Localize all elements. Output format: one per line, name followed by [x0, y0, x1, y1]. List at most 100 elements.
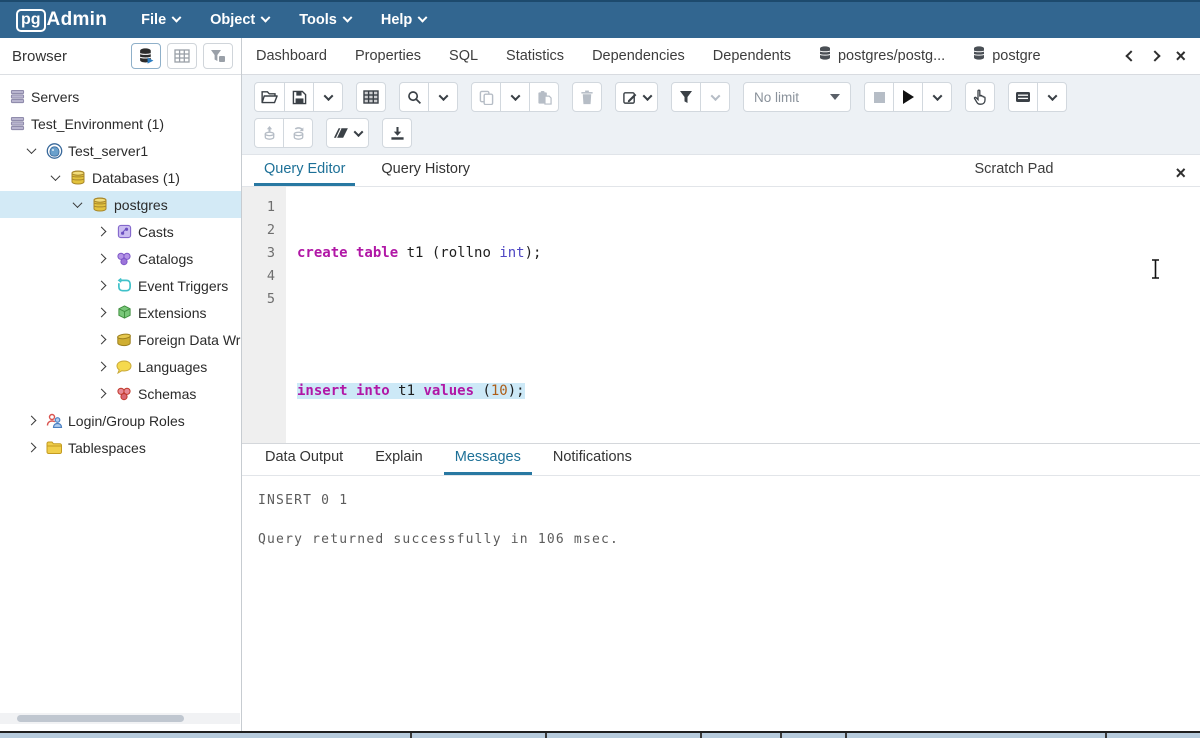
chevron-down-icon[interactable] [27, 144, 37, 154]
delete-button[interactable] [572, 82, 602, 112]
cancel-query-button[interactable] [864, 82, 894, 112]
close-tab-icon[interactable]: × [1175, 47, 1186, 65]
paste-button[interactable] [529, 82, 559, 112]
chevron-right-icon[interactable] [97, 281, 107, 291]
chevron-right-icon[interactable] [97, 362, 107, 372]
sql-editor[interactable]: 1 2 3 4 5 create table t1 (rollno int); … [242, 187, 1200, 443]
macros-dropdown-button[interactable] [1037, 82, 1067, 112]
scroll-tabs-right-icon[interactable] [1150, 50, 1161, 61]
stop-icon [874, 92, 885, 103]
line-number: 2 [242, 219, 275, 242]
main-tab-bar: Dashboard Properties SQL Statistics Depe… [242, 38, 1200, 75]
rollback-button[interactable] [283, 118, 313, 148]
filter-button[interactable] [203, 43, 233, 69]
browser-title: Browser [12, 48, 125, 65]
menu-file[interactable]: File [141, 12, 180, 28]
logo-pg-badge: pg [16, 9, 46, 32]
toolbar-row-2 [254, 118, 1190, 148]
menu-tools[interactable]: Tools [299, 12, 351, 28]
tab-query-history[interactable]: Query History [371, 155, 480, 186]
chevron-down-icon[interactable] [73, 198, 83, 208]
menu-help[interactable]: Help [381, 12, 426, 28]
execute-button[interactable] [893, 82, 923, 112]
tab-query-editor[interactable]: Query Editor [254, 155, 355, 186]
pgadmin-logo: pgAdmin [16, 9, 107, 32]
chevron-down-icon [510, 91, 520, 101]
code-line-2 [297, 311, 1200, 334]
chevron-right-icon[interactable] [97, 335, 107, 345]
find-dropdown-button[interactable] [428, 82, 458, 112]
tree-item-event-triggers[interactable]: Event Triggers [0, 272, 241, 299]
filter-toggle-button[interactable] [671, 82, 701, 112]
copy-button[interactable] [471, 82, 501, 112]
tree-item-languages[interactable]: Languages [0, 353, 241, 380]
scrollbar-thumb[interactable] [17, 715, 184, 722]
tree-item-login-group-roles[interactable]: Login/Group Roles [0, 407, 241, 434]
row-limit-select[interactable]: No limit [743, 82, 851, 112]
database-icon [819, 38, 831, 74]
grid-icon [363, 90, 379, 104]
tab-query-tool-2[interactable]: postgre [959, 38, 1054, 74]
tree-item-servers[interactable]: Servers [0, 83, 241, 110]
commit-icon [262, 125, 277, 141]
chevron-right-icon[interactable] [97, 389, 107, 399]
chevron-down-icon [1047, 91, 1057, 101]
tab-query-tool-1[interactable]: postgres/postg... [805, 38, 959, 74]
scroll-tabs-left-icon[interactable] [1126, 50, 1137, 61]
close-scratch-pad-icon[interactable]: × [1175, 164, 1186, 186]
tree-item-foreign-data-wrappers[interactable]: Foreign Data Wra [0, 326, 241, 353]
chevron-down-icon [932, 91, 942, 101]
clear-dropdown-button[interactable] [326, 118, 369, 148]
filter-icon [679, 90, 693, 104]
server-icon [8, 116, 26, 131]
chevron-right-icon[interactable] [97, 254, 107, 264]
extensions-icon [115, 305, 133, 320]
filter-dropdown-button[interactable] [700, 82, 730, 112]
tab-dependencies[interactable]: Dependencies [578, 38, 699, 74]
top-navbar: pgAdmin File Object Tools Help [0, 0, 1200, 38]
tree-item-extensions[interactable]: Extensions [0, 299, 241, 326]
casts-icon [115, 224, 133, 239]
commit-button[interactable] [254, 118, 284, 148]
dependencies-grid-button[interactable] [167, 43, 197, 69]
tree-item-schemas[interactable]: Schemas [0, 380, 241, 407]
copy-dropdown-button[interactable] [500, 82, 530, 112]
chevron-down-icon [323, 91, 333, 101]
menu-object[interactable]: Object [210, 12, 269, 28]
chevron-down-icon[interactable] [51, 171, 61, 181]
tab-properties[interactable]: Properties [341, 38, 435, 74]
tab-dashboard[interactable]: Dashboard [242, 38, 341, 74]
code-line-1: create table t1 (rollno int); [297, 242, 1200, 265]
macros-button[interactable] [1008, 82, 1038, 112]
chevron-right-icon[interactable] [27, 443, 37, 453]
save-dropdown-button[interactable] [313, 82, 343, 112]
edit-grid-button[interactable] [356, 82, 386, 112]
tree-item-test-environment[interactable]: Test_Environment (1) [0, 110, 241, 137]
event-triggers-icon [115, 278, 133, 293]
tree-item-test-server1[interactable]: Test_server1 [0, 137, 241, 164]
chevron-right-icon[interactable] [97, 227, 107, 237]
download-button[interactable] [382, 118, 412, 148]
find-button[interactable] [399, 82, 429, 112]
tab-dependents[interactable]: Dependents [699, 38, 805, 74]
save-button[interactable] [284, 82, 314, 112]
tree-item-casts[interactable]: Casts [0, 218, 241, 245]
tree-item-databases[interactable]: Databases (1) [0, 164, 241, 191]
execute-options-button[interactable] [965, 82, 995, 112]
object-explorer-button[interactable] [131, 43, 161, 69]
edit-dropdown-button[interactable] [615, 82, 658, 112]
chevron-right-icon[interactable] [27, 416, 37, 426]
open-file-button[interactable] [254, 82, 285, 112]
line-number: 1 [242, 196, 275, 219]
tree-item-postgres[interactable]: postgres [0, 191, 241, 218]
tree-item-tablespaces[interactable]: Tablespaces [0, 434, 241, 461]
sidebar-horizontal-scrollbar[interactable] [0, 713, 240, 724]
tablespaces-icon [45, 441, 63, 454]
code-area[interactable]: create table t1 (rollno int); insert int… [286, 187, 1200, 443]
schemas-icon [115, 387, 133, 401]
tab-statistics[interactable]: Statistics [492, 38, 578, 74]
tree-item-catalogs[interactable]: Catalogs [0, 245, 241, 272]
execute-dropdown-button[interactable] [922, 82, 952, 112]
chevron-right-icon[interactable] [97, 308, 107, 318]
tab-sql[interactable]: SQL [435, 38, 492, 74]
